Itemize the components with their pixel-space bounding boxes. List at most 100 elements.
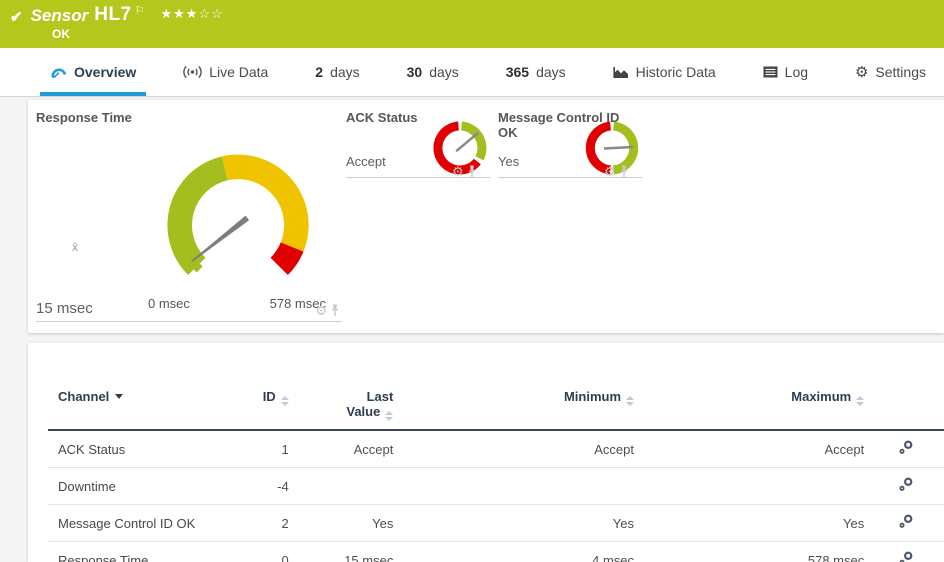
sort-icon bbox=[626, 396, 634, 406]
message-control-value: Yes bbox=[498, 154, 519, 169]
cell-minimum: 4 msec bbox=[393, 542, 634, 562]
tab-label: Historic Data bbox=[636, 64, 716, 80]
cell-maximum bbox=[634, 468, 864, 505]
sort-icon bbox=[856, 396, 864, 406]
cell-id: 1 bbox=[247, 430, 289, 468]
cell-last-value: Yes bbox=[289, 505, 394, 542]
tab-number: 30 bbox=[407, 64, 423, 80]
log-list-icon bbox=[763, 66, 778, 78]
channel-gear-icon[interactable]: ⚙ bbox=[452, 165, 464, 178]
tab-label: Settings bbox=[875, 64, 926, 80]
response-time-value: 15 msec bbox=[36, 300, 93, 317]
cell-channel: Message Control ID OK bbox=[48, 505, 247, 542]
gauge-min-label: 0 msec bbox=[148, 296, 190, 311]
header-label: Last bbox=[289, 389, 394, 404]
cell-last-value bbox=[289, 468, 394, 505]
header-label: Maximum bbox=[791, 389, 851, 404]
sensor-kind-label: Sensor bbox=[31, 6, 89, 26]
tab-bar: Overview Live Data 2 days 30 days 365 da… bbox=[0, 48, 944, 97]
table-row: Downtime -4 bbox=[48, 468, 944, 505]
tab-overview[interactable]: Overview bbox=[40, 48, 146, 96]
cell-maximum: Yes bbox=[634, 505, 864, 542]
column-header-actions bbox=[864, 383, 944, 430]
tab-log[interactable]: Log bbox=[753, 48, 818, 96]
sensor-header: ✔ Sensor HL7 ⚐ ★★★☆☆ OK bbox=[0, 0, 944, 48]
cell-minimum bbox=[393, 468, 634, 505]
channel-table-panel: Channel ID Last Value Minimum Maximum bbox=[28, 343, 944, 562]
pin-icon[interactable] bbox=[467, 165, 477, 178]
tab-label: days bbox=[536, 64, 566, 80]
gauge-arc-yellow bbox=[222, 155, 309, 252]
gauge-needle bbox=[191, 216, 249, 262]
gauges-panel: Response Time x̄ 0 msec 578 msec 15 msec… bbox=[28, 100, 944, 333]
column-header-maximum[interactable]: Maximum bbox=[634, 383, 864, 430]
table-row: ACK Status 1 Accept Accept Accept bbox=[48, 430, 944, 468]
column-header-last-value[interactable]: Last Value bbox=[289, 383, 394, 430]
cell-channel: Response Time bbox=[48, 542, 247, 562]
ack-status-value: Accept bbox=[346, 154, 386, 169]
gauge-scale-labels: 0 msec 578 msec bbox=[148, 296, 326, 311]
cell-id: -4 bbox=[247, 468, 289, 505]
tab-historic-data[interactable]: Historic Data bbox=[603, 48, 726, 96]
tab-label: days bbox=[330, 64, 360, 80]
tab-2-days[interactable]: 2 days bbox=[305, 48, 369, 96]
sort-icon bbox=[385, 411, 393, 421]
column-header-channel[interactable]: Channel bbox=[48, 383, 247, 430]
priority-stars[interactable]: ★★★☆☆ bbox=[161, 6, 224, 22]
header-label: Channel bbox=[58, 389, 109, 404]
tile-title: Response Time bbox=[36, 110, 342, 125]
page-content: Response Time x̄ 0 msec 578 msec 15 msec… bbox=[0, 97, 944, 562]
table-row: Response Time 0 15 msec 4 msec 578 msec bbox=[48, 542, 944, 562]
chart-icon bbox=[613, 66, 629, 79]
tab-label: Overview bbox=[74, 64, 136, 80]
sort-desc-icon bbox=[115, 394, 123, 399]
header-label: Minimum bbox=[564, 389, 621, 404]
cell-minimum: Yes bbox=[393, 505, 634, 542]
mean-marker: x̄ bbox=[72, 240, 78, 254]
channel-gear-icon[interactable]: ⚙ bbox=[315, 304, 327, 317]
gear-icon: ⚙ bbox=[855, 63, 868, 81]
tab-label: days bbox=[429, 64, 459, 80]
pin-icon[interactable] bbox=[619, 165, 629, 178]
tab-label: Log bbox=[785, 64, 808, 80]
cell-id: 2 bbox=[247, 505, 289, 542]
tab-label: Live Data bbox=[209, 64, 268, 80]
cell-channel: Downtime bbox=[48, 468, 247, 505]
gauge-tile-response-time: Response Time x̄ 0 msec 578 msec 15 msec… bbox=[36, 110, 342, 322]
sensor-name: HL7 bbox=[94, 4, 131, 26]
sensor-status-badge: OK bbox=[52, 27, 70, 41]
cell-maximum: Accept bbox=[634, 430, 864, 468]
cell-id: 0 bbox=[247, 542, 289, 562]
gauge-tile-ack-status: ACK Status Accept ⚙ bbox=[346, 110, 490, 178]
channel-settings-gears-icon[interactable] bbox=[898, 551, 914, 562]
cell-last-value: Accept bbox=[289, 430, 394, 468]
column-header-minimum[interactable]: Minimum bbox=[393, 383, 634, 430]
channel-settings-gears-icon[interactable] bbox=[898, 514, 914, 532]
gauge-tile-message-control: Message Control ID OK Yes ⚙ bbox=[498, 110, 642, 178]
tab-settings[interactable]: ⚙ Settings bbox=[845, 48, 936, 96]
tab-365-days[interactable]: 365 days bbox=[496, 48, 576, 96]
tab-30-days[interactable]: 30 days bbox=[397, 48, 469, 96]
tab-number: 365 bbox=[506, 64, 529, 80]
cell-channel: ACK Status bbox=[48, 430, 247, 468]
tab-live-data[interactable]: Live Data bbox=[173, 48, 278, 96]
live-signal-icon bbox=[183, 65, 202, 79]
priority-flag-icon[interactable]: ⚐ bbox=[135, 4, 145, 17]
table-header-row: Channel ID Last Value Minimum Maximum bbox=[48, 383, 944, 430]
sort-icon bbox=[281, 396, 289, 406]
cell-minimum: Accept bbox=[393, 430, 634, 468]
channel-table: Channel ID Last Value Minimum Maximum bbox=[48, 383, 944, 562]
pin-icon[interactable] bbox=[330, 304, 340, 317]
channel-settings-gears-icon[interactable] bbox=[898, 440, 914, 458]
gauge-icon bbox=[50, 66, 67, 79]
response-time-gauge bbox=[140, 132, 336, 292]
channel-settings-gears-icon[interactable] bbox=[898, 477, 914, 495]
table-row: Message Control ID OK 2 Yes Yes Yes bbox=[48, 505, 944, 542]
column-header-id[interactable]: ID bbox=[247, 383, 289, 430]
cell-last-value: 15 msec bbox=[289, 542, 394, 562]
status-check-icon: ✔ bbox=[10, 8, 23, 26]
tab-number: 2 bbox=[315, 64, 323, 80]
header-label: ID bbox=[263, 389, 276, 404]
channel-gear-icon[interactable]: ⚙ bbox=[604, 165, 616, 178]
cell-maximum: 578 msec bbox=[634, 542, 864, 562]
